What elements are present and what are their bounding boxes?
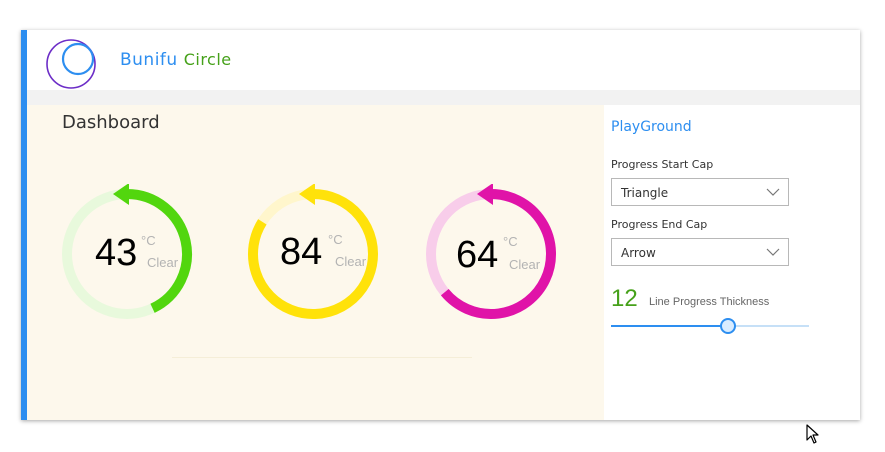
gauge-unit: °C [141, 233, 156, 248]
ring-logo-icon [46, 39, 96, 89]
gauge-unit: °C [328, 232, 343, 247]
dashboard-panel: Dashboard 43 °C Clear 84 °C Clear 64 °C … [27, 105, 604, 420]
end-cap-dropdown[interactable]: Arrow [611, 238, 789, 266]
header: Bunifu Circle [27, 30, 860, 90]
gauge-start-cap [477, 184, 493, 205]
chevron-down-icon [766, 248, 780, 256]
start-cap-label: Progress Start Cap [611, 158, 714, 171]
slider-thumb[interactable] [719, 318, 736, 334]
dashboard-divider [172, 357, 472, 358]
gauge-description: Clear [335, 254, 367, 269]
start-cap-dropdown[interactable]: Triangle [611, 178, 789, 206]
app-window: Bunifu Circle Dashboard 43 °C Clear 84 °C… [21, 30, 860, 420]
thickness-slider[interactable] [611, 317, 809, 335]
start-cap-selected-value: Triangle [621, 186, 669, 200]
mouse-pointer-icon [806, 424, 819, 444]
slider-fill [611, 325, 728, 327]
gauge-value: 43 [95, 232, 138, 274]
thickness-label: Line Progress Thickness [649, 296, 770, 308]
gauge-3[interactable]: 64 °C Clear [421, 184, 561, 324]
gauge-description: Clear [147, 255, 179, 270]
gauge-start-cap [113, 184, 129, 205]
end-cap-selected-value: Arrow [621, 246, 656, 260]
gauge-value: 84 [280, 231, 323, 273]
gauge-2[interactable]: 84 °C Clear [243, 184, 383, 324]
header-divider-strip [27, 90, 860, 105]
playground-title: PlayGround [611, 119, 692, 135]
dashboard-title: Dashboard [62, 112, 160, 133]
gauge-unit: °C [503, 234, 518, 249]
chevron-down-icon [766, 188, 780, 196]
brand-name-part1: Bunifu [120, 50, 178, 70]
thickness-value: 12 [611, 285, 638, 312]
end-cap-label: Progress End Cap [611, 218, 708, 231]
app-brand: Bunifu Circle [120, 50, 232, 70]
gauge-1[interactable]: 43 °C Clear [57, 184, 197, 324]
gauge-value: 64 [456, 234, 499, 276]
playground-panel: PlayGround Progress Start Cap Triangle P… [604, 105, 860, 420]
gauge-start-cap [299, 184, 315, 205]
gauge-description: Clear [509, 257, 541, 272]
brand-name-part2: Circle [183, 50, 232, 69]
